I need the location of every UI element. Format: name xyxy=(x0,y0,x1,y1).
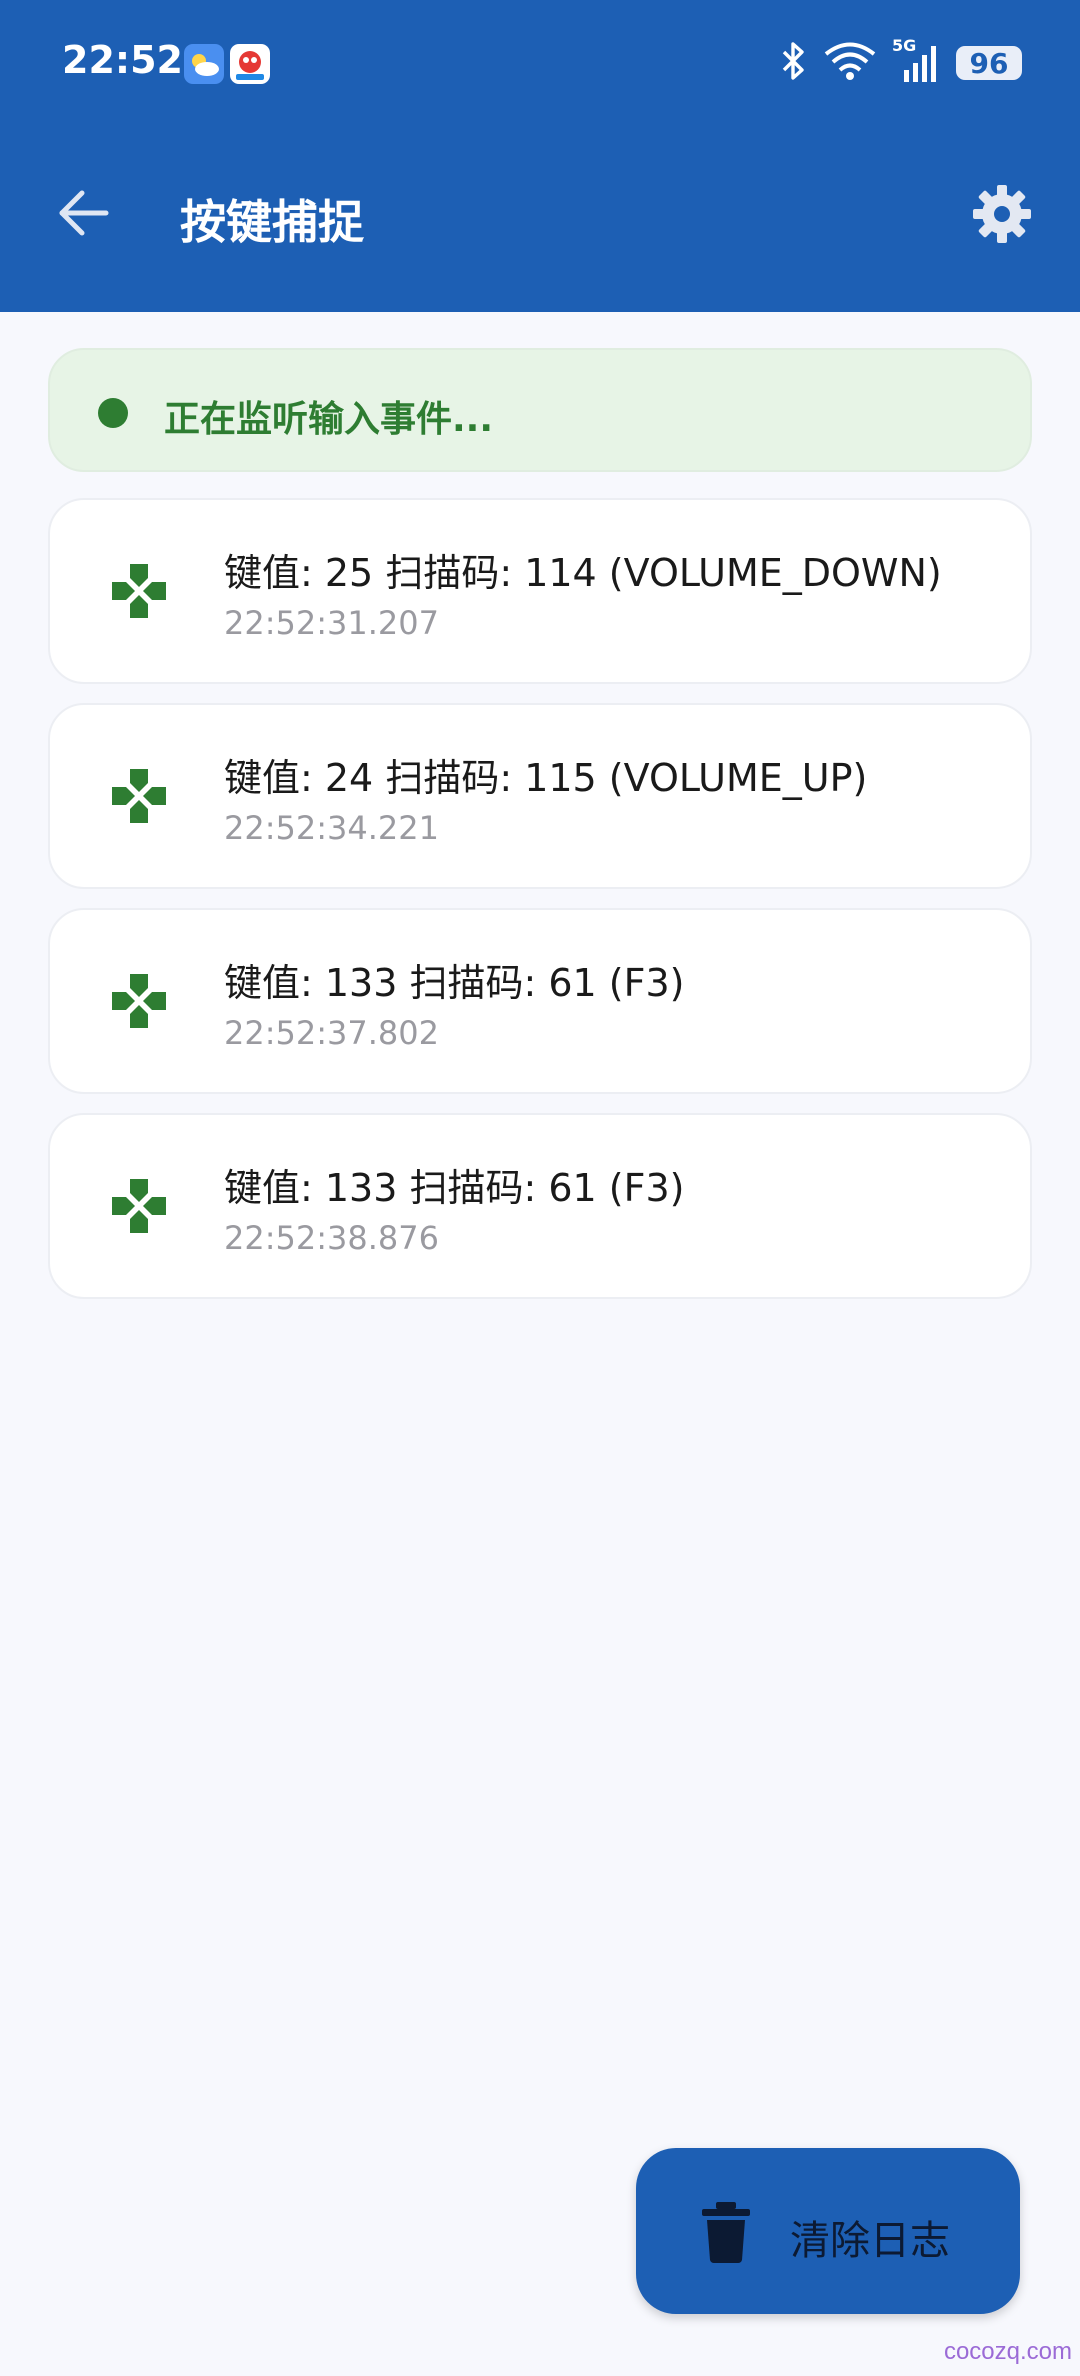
status-right-group: 5G 96 xyxy=(780,36,1022,86)
gamepad-icon xyxy=(110,562,168,620)
listening-status-banner: 正在监听输入事件... xyxy=(48,348,1032,472)
event-time: 22:52:38.876 xyxy=(224,1219,439,1257)
status-time: 22:52 xyxy=(62,38,183,82)
event-time: 22:52:31.207 xyxy=(224,604,439,642)
gear-icon xyxy=(971,183,1033,249)
gamepad-icon xyxy=(110,972,168,1030)
bluetooth-icon xyxy=(780,40,808,86)
event-title: 键值: 25 扫描码: 114 (VOLUME_DOWN) xyxy=(224,551,942,595)
event-title: 键值: 133 扫描码: 61 (F3) xyxy=(224,961,685,1005)
event-time: 22:52:37.802 xyxy=(224,1014,439,1052)
arrow-left-icon xyxy=(56,188,110,242)
event-card: 键值: 133 扫描码: 61 (F3) 22:52:37.802 xyxy=(48,908,1032,1094)
trash-icon xyxy=(696,2200,756,2264)
event-card: 键值: 24 扫描码: 115 (VOLUME_UP) 22:52:34.221 xyxy=(48,703,1032,889)
back-button[interactable] xyxy=(44,176,122,254)
listening-status-text: 正在监听输入事件... xyxy=(164,399,494,440)
watermark-text: cocozq.com xyxy=(943,2338,1072,2365)
gamepad-icon xyxy=(110,767,168,825)
wifi-icon xyxy=(824,41,876,85)
weather-app-icon xyxy=(184,44,224,84)
settings-button[interactable] xyxy=(968,182,1036,250)
event-title: 键值: 24 扫描码: 115 (VOLUME_UP) xyxy=(224,756,868,800)
gamepad-icon xyxy=(110,1177,168,1235)
clear-log-button[interactable]: 清除日志 xyxy=(636,2148,1020,2314)
status-bar: 22:52 5G 96 xyxy=(0,0,1080,130)
event-title: 键值: 133 扫描码: 61 (F3) xyxy=(224,1166,685,1210)
top-app-bar: 22:52 5G 96 按键捕捉 xyxy=(0,0,1080,312)
battery-indicator: 96 xyxy=(956,46,1022,80)
event-card: 键值: 133 扫描码: 61 (F3) 22:52:38.876 xyxy=(48,1113,1032,1299)
app-header: 按键捕捉 xyxy=(0,160,1080,270)
clear-log-label: 清除日志 xyxy=(790,2218,950,2264)
game-app-icon xyxy=(230,44,270,84)
page-title: 按键捕捉 xyxy=(180,195,364,249)
event-time: 22:52:34.221 xyxy=(224,809,439,847)
event-card: 键值: 25 扫描码: 114 (VOLUME_DOWN) 22:52:31.2… xyxy=(48,498,1032,684)
signal-5g-icon: 5G xyxy=(892,36,940,84)
listening-indicator-dot xyxy=(98,398,128,428)
